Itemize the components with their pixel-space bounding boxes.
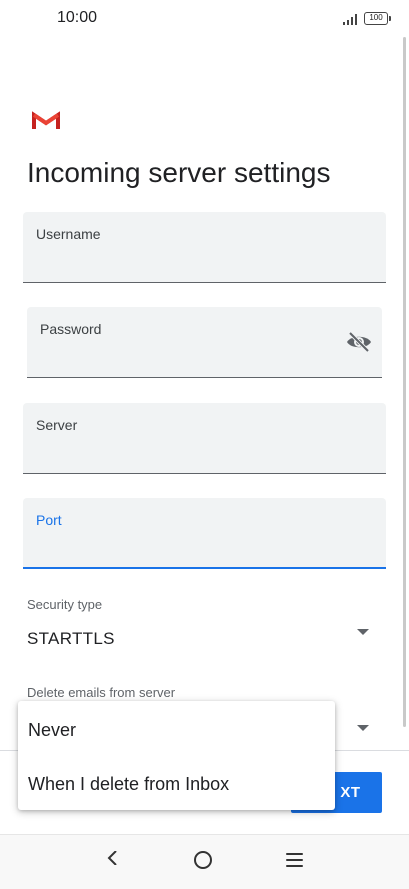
page-title: Incoming server settings bbox=[27, 157, 331, 188]
server-label: Server bbox=[36, 417, 78, 433]
security-type-label: Security type bbox=[27, 597, 103, 612]
signal-icon bbox=[343, 13, 357, 25]
recents-icon[interactable] bbox=[286, 853, 303, 867]
battery-level: 100 bbox=[369, 13, 383, 22]
delete-option-menu: Never When I delete from Inbox bbox=[18, 701, 335, 810]
port-label: Port bbox=[36, 512, 62, 528]
security-type-select[interactable]: STARTTLS bbox=[27, 629, 115, 649]
home-icon[interactable] bbox=[194, 851, 212, 869]
status-time: 10:00 bbox=[57, 9, 98, 26]
scrollbar[interactable] bbox=[403, 37, 406, 727]
menu-item-never[interactable]: Never bbox=[28, 720, 76, 741]
next-button-label: XT bbox=[340, 784, 361, 801]
back-icon[interactable] bbox=[106, 851, 120, 865]
battery-icon: 100 bbox=[364, 12, 391, 25]
username-field[interactable]: Username bbox=[23, 212, 386, 283]
visibility-off-icon[interactable] bbox=[346, 331, 372, 353]
dropdown-arrow-icon[interactable] bbox=[357, 629, 369, 635]
gmail-logo bbox=[32, 111, 60, 129]
password-field[interactable]: Password bbox=[27, 307, 382, 378]
menu-item-when-delete-from-inbox[interactable]: When I delete from Inbox bbox=[28, 774, 229, 795]
port-field[interactable]: Port bbox=[23, 498, 386, 569]
password-label: Password bbox=[40, 321, 102, 337]
delete-emails-label: Delete emails from server bbox=[27, 685, 176, 700]
username-label: Username bbox=[36, 226, 101, 242]
server-field[interactable]: Server bbox=[23, 403, 386, 474]
dropdown-arrow-icon[interactable] bbox=[357, 725, 369, 731]
